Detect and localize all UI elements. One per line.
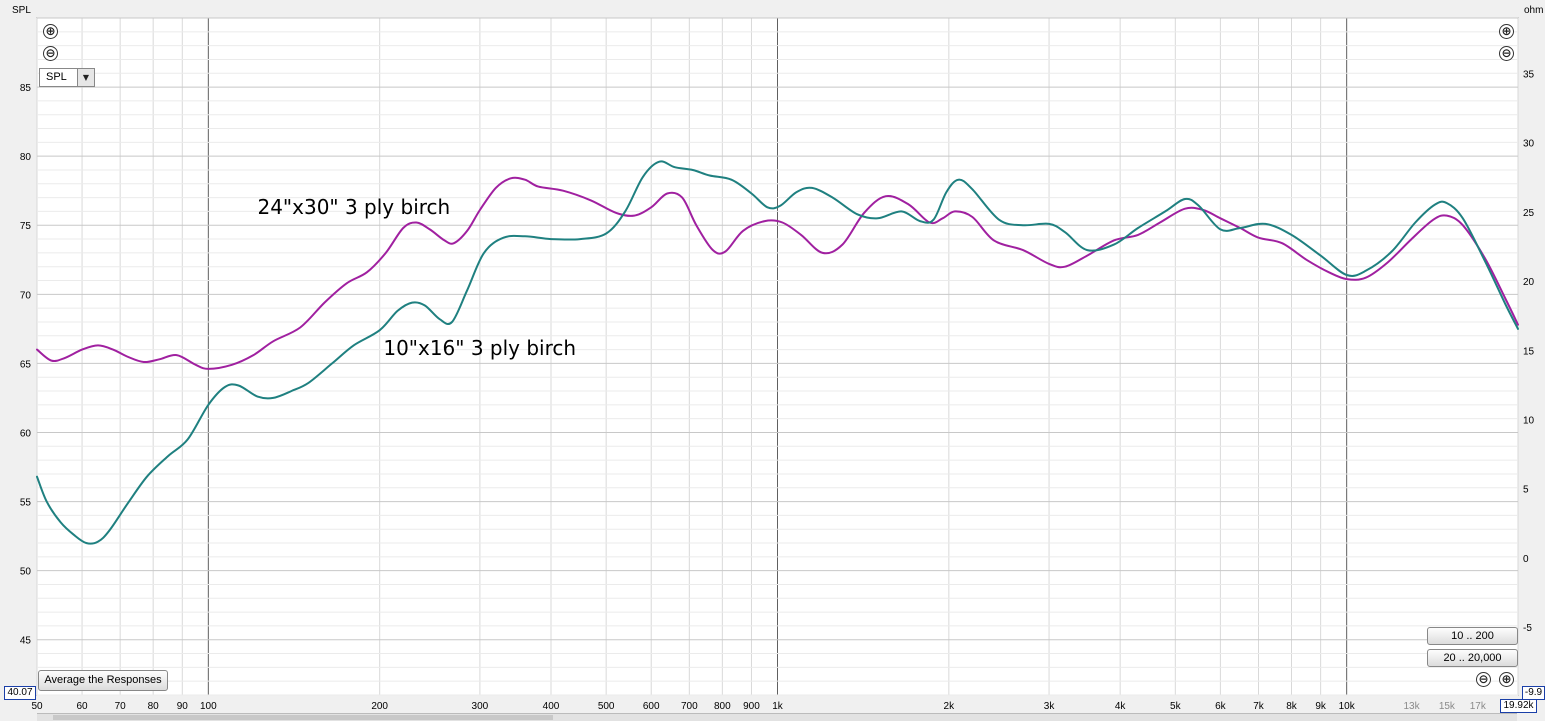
x-tick-label: 800 (714, 701, 731, 712)
x-tick-label: 70 (115, 701, 127, 712)
y2-tick-label: 30 (1523, 139, 1535, 150)
y2-tick-label: 25 (1523, 208, 1535, 219)
frequency-response-chart: 45 50 55 60 65 70 75 80 85 -5 0 5 10 15 20 25 30 35 50 60… (12, 5, 1543, 712)
y-tick-label: 85 (20, 83, 32, 94)
y2-min-readout[interactable]: -9.9 (1522, 686, 1545, 700)
y-tick-label: 80 (20, 152, 32, 163)
y2-tick-label: 10 (1523, 415, 1535, 426)
x-tick-label: 90 (177, 701, 189, 712)
x-tick-label: 9k (1315, 701, 1327, 712)
x-tick-label: 60 (77, 701, 89, 712)
x-tick-label: 900 (743, 701, 760, 712)
range-20-20000-button[interactable]: 20 .. 20,000 (1427, 649, 1518, 667)
x-tick-label: 4k (1115, 701, 1127, 712)
series-annotation-1: 24"x30" 3 ply birch (257, 195, 450, 219)
y-tick-label: 55 (20, 498, 32, 509)
y2-tick-label: 0 (1523, 554, 1529, 565)
x-tick-label: 17k (1470, 701, 1487, 712)
y-tick-label: 60 (20, 428, 32, 439)
range-10-200-button[interactable]: 10 .. 200 (1427, 627, 1518, 645)
x-tick-label: 8k (1286, 701, 1298, 712)
average-responses-button[interactable]: Average the Responses (38, 670, 168, 691)
y2-tick-label: 15 (1523, 346, 1535, 357)
y2-zoom-out-button[interactable]: ⊖ (1499, 46, 1514, 61)
plus-circle-icon: ⊕ (1501, 24, 1512, 38)
series-annotation-2: 10"x16" 3 ply birch (383, 336, 576, 360)
measurement-selector[interactable]: SPL ▼ (39, 68, 95, 87)
y-zoom-in-button[interactable]: ⊕ (43, 24, 58, 39)
plus-circle-icon: ⊕ (45, 24, 56, 38)
x-tick-label: 80 (148, 701, 160, 712)
minus-circle-icon: ⊖ (1478, 672, 1489, 686)
y2-tick-label: 20 (1523, 277, 1535, 288)
x-tick-label: 600 (643, 701, 660, 712)
minus-circle-icon: ⊖ (1501, 46, 1512, 60)
y-axis-tick-labels: 45 50 55 60 65 70 75 80 85 (20, 83, 32, 647)
y2-tick-label: -5 (1523, 623, 1532, 634)
y-tick-label: 70 (20, 290, 32, 301)
x-tick-label: 15k (1439, 701, 1456, 712)
x-tick-label: 7k (1253, 701, 1265, 712)
x-max-readout[interactable]: 19.92k (1500, 699, 1537, 713)
y2-zoom-in-button[interactable]: ⊕ (1499, 24, 1514, 39)
y2-tick-label: 35 (1523, 69, 1535, 80)
scrollbar-thumb[interactable] (53, 715, 553, 720)
y-min-readout[interactable]: 40.07 (4, 686, 36, 700)
y-tick-label: 45 (20, 636, 32, 647)
x-tick-label: 300 (472, 701, 489, 712)
x-tick-label: 50 (31, 701, 43, 712)
x-tick-label: 200 (371, 701, 388, 712)
y-tick-label: 50 (20, 567, 32, 578)
x-tick-label: 2k (944, 701, 956, 712)
x-tick-label: 100 (200, 701, 217, 712)
y2-tick-label: 5 (1523, 485, 1529, 496)
minus-circle-icon: ⊖ (45, 46, 56, 60)
x-tick-label: 10k (1339, 701, 1356, 712)
measurement-selector-value: SPL (46, 71, 67, 83)
y-tick-label: 65 (20, 359, 32, 370)
y-zoom-out-button[interactable]: ⊖ (43, 46, 58, 61)
x-tick-label: 3k (1044, 701, 1056, 712)
x-tick-label: 400 (543, 701, 560, 712)
x-zoom-out-button[interactable]: ⊖ (1476, 672, 1491, 687)
x-tick-label: 13k (1403, 701, 1420, 712)
chevron-down-icon[interactable]: ▼ (77, 69, 94, 86)
x-tick-label: 5k (1170, 701, 1182, 712)
x-tick-label: 6k (1215, 701, 1227, 712)
x-tick-label: 700 (681, 701, 698, 712)
x-zoom-in-button[interactable]: ⊕ (1499, 672, 1514, 687)
x-tick-label: 1k (772, 701, 784, 712)
y2-axis-tick-labels: -5 0 5 10 15 20 25 30 35 (1523, 69, 1535, 634)
y-axis-label: SPL (12, 5, 31, 16)
y2-axis-label: ohm (1524, 5, 1543, 16)
x-tick-label: 500 (598, 701, 615, 712)
plus-circle-icon: ⊕ (1501, 672, 1512, 686)
y-tick-label: 75 (20, 221, 32, 232)
x-axis-tick-labels: 50 60 70 80 90 100 200 300 400 500 600 700 800 900 1k 2… (31, 701, 1486, 712)
